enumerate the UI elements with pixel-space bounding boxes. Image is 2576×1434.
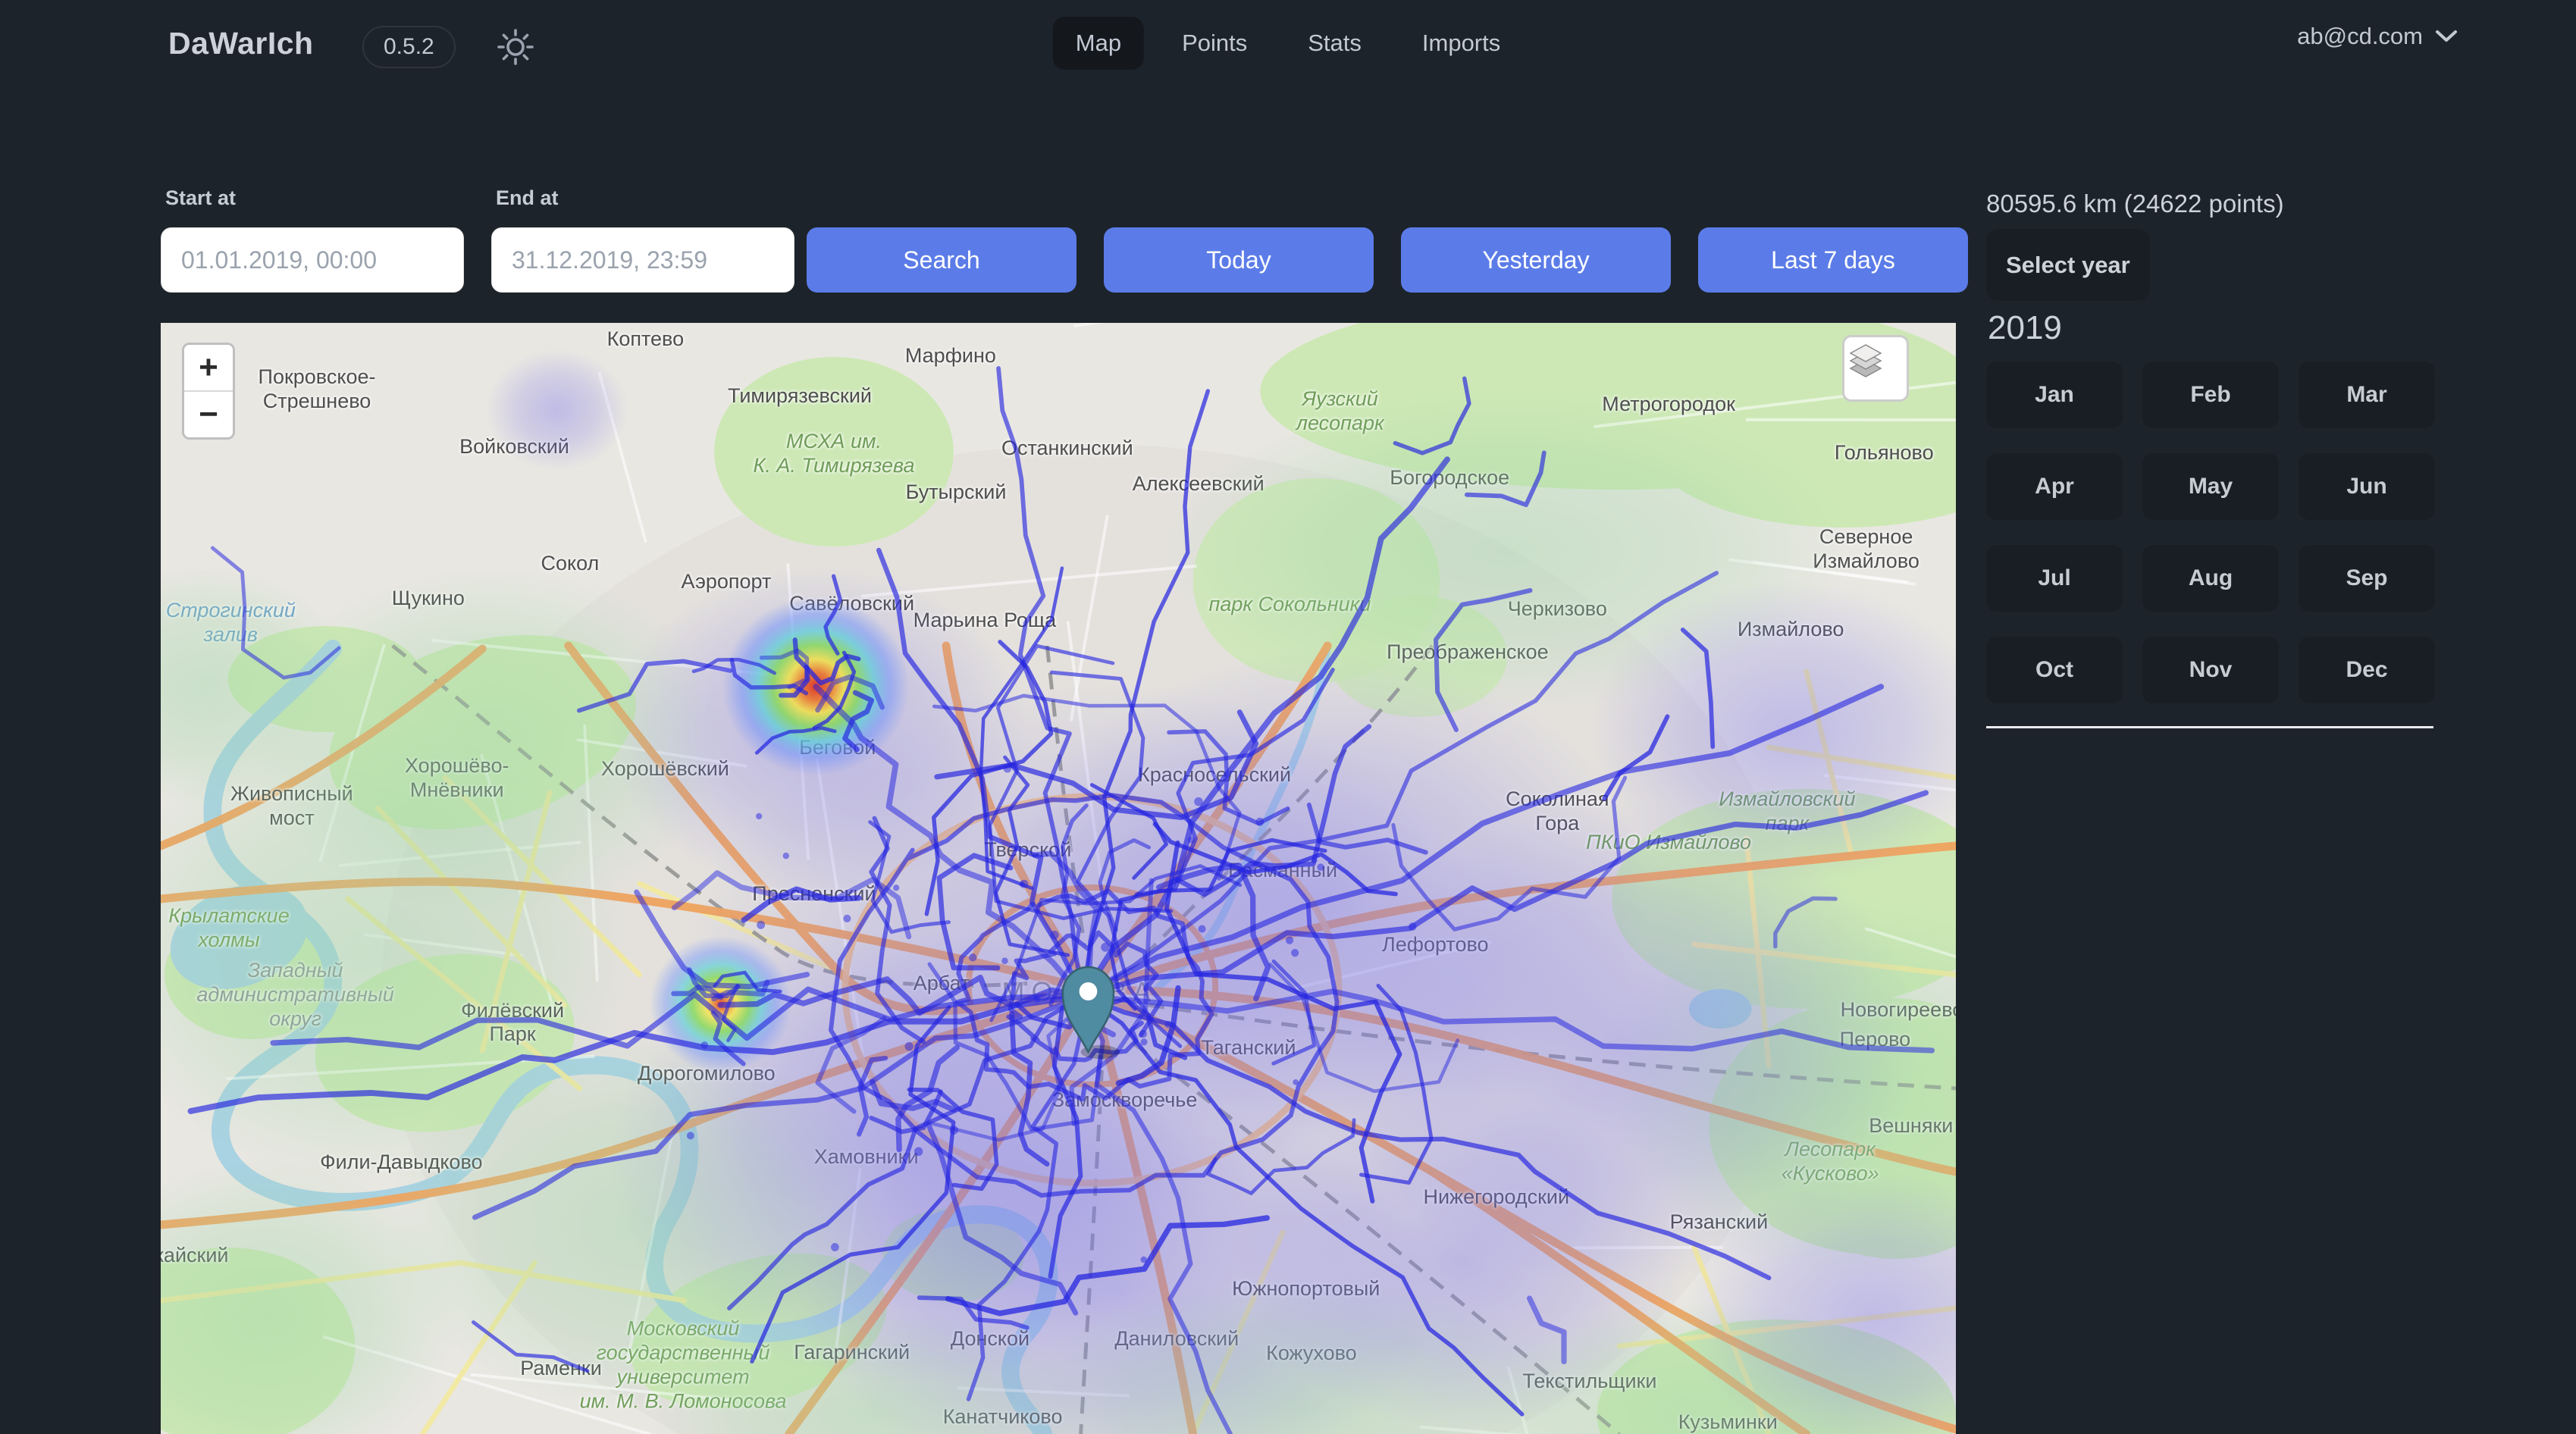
map-canvas[interactable]: КоптевоПокровское- СтрешневоМарфиноТимир… (161, 323, 1956, 1434)
location-marker[interactable] (1063, 967, 1120, 1059)
month-button-may[interactable]: May (2142, 453, 2279, 520)
app-header: DaWarIch 0.5.2 Map Points Stats Imports ab@… (0, 0, 2576, 91)
month-button-sep[interactable]: Sep (2299, 545, 2435, 612)
zoom-in-button[interactable]: + (184, 345, 233, 392)
month-button-jan[interactable]: Jan (1986, 362, 2123, 428)
month-button-jul[interactable]: Jul (1986, 545, 2123, 612)
distance-points-stats: 80595.6 km (24622 points) (1986, 189, 2284, 218)
month-button-apr[interactable]: Apr (1986, 453, 2123, 520)
today-button[interactable]: Today (1104, 227, 1374, 293)
end-at-label: End at (496, 186, 559, 210)
start-at-input[interactable] (161, 227, 464, 293)
tab-imports[interactable]: Imports (1399, 17, 1523, 70)
tab-map[interactable]: Map (1053, 17, 1144, 70)
month-button-nov[interactable]: Nov (2142, 637, 2279, 703)
month-button-oct[interactable]: Oct (1986, 637, 2123, 703)
end-at-input[interactable] (491, 227, 794, 293)
month-button-jun[interactable]: Jun (2299, 453, 2435, 520)
user-email: ab@cd.com (2297, 23, 2423, 50)
user-menu[interactable]: ab@cd.com (2297, 23, 2458, 50)
tab-points[interactable]: Points (1159, 17, 1270, 70)
map-zoom-control: + − (182, 343, 235, 440)
gps-tracks-layer (161, 323, 1956, 1434)
select-year-button[interactable]: Select year (1986, 229, 2150, 301)
layers-icon (1844, 337, 1887, 380)
month-button-mar[interactable]: Mar (2299, 362, 2435, 428)
month-button-aug[interactable]: Aug (2142, 545, 2279, 612)
main-nav: Map Points Stats Imports (1053, 17, 1524, 70)
year-heading: 2019 (1988, 309, 2062, 347)
search-button[interactable]: Search (807, 227, 1076, 293)
chevron-down-icon (2435, 29, 2458, 44)
last-7-days-button[interactable]: Last 7 days (1698, 227, 1968, 293)
sun-icon (494, 26, 537, 68)
month-button-dec[interactable]: Dec (2299, 637, 2435, 703)
month-button-feb[interactable]: Feb (2142, 362, 2279, 428)
app-logo[interactable]: DaWarIch (168, 26, 314, 61)
theme-toggle-button[interactable] (494, 26, 537, 68)
start-at-label: Start at (165, 186, 236, 210)
months-grid: Jan Feb Mar Apr May Jun Jul Aug Sep Oct Nov Dec (1986, 362, 2435, 703)
sidebar-divider (1986, 726, 2433, 728)
version-badge: 0.5.2 (362, 26, 456, 68)
tab-stats[interactable]: Stats (1285, 17, 1384, 70)
zoom-out-button[interactable]: − (184, 392, 233, 437)
map-layers-control[interactable] (1842, 335, 1909, 402)
yesterday-button[interactable]: Yesterday (1401, 227, 1671, 293)
